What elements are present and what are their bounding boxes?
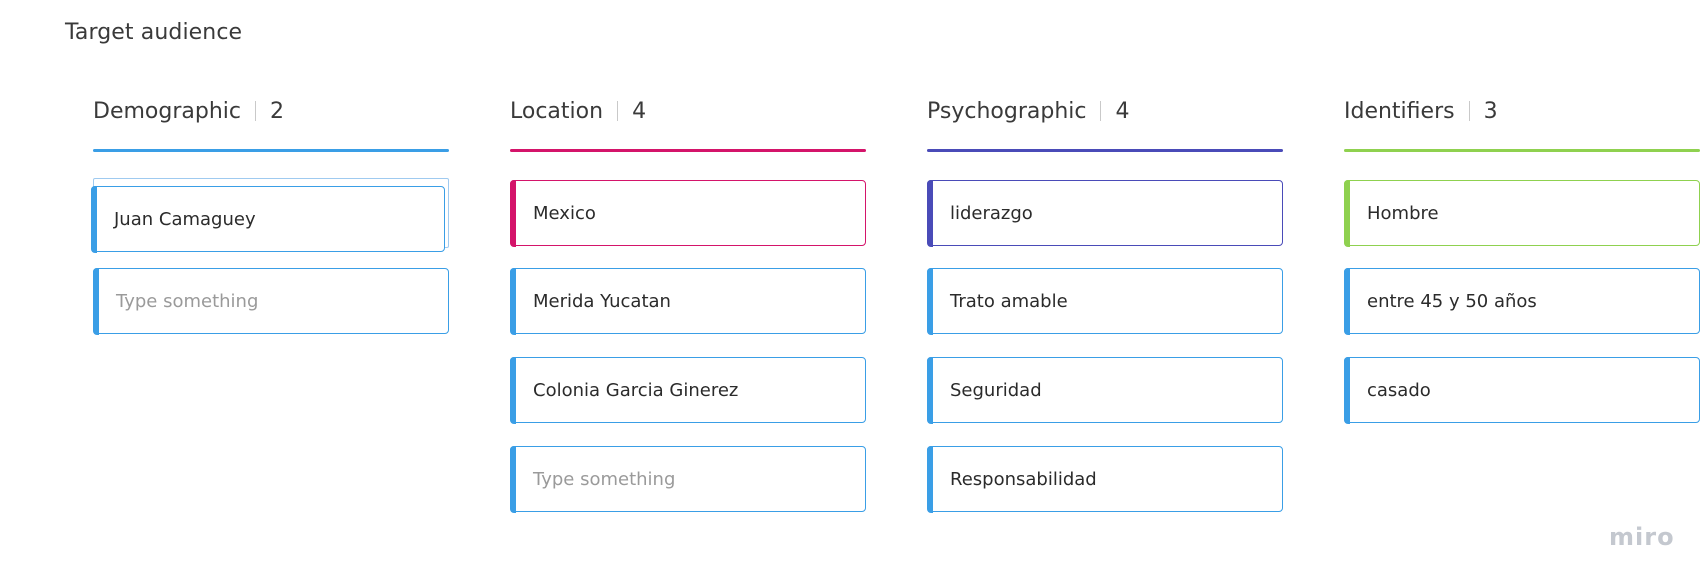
card[interactable]: Responsabilidad <box>926 445 1283 513</box>
header-divider <box>617 101 619 121</box>
column-title: Demographic <box>93 98 241 124</box>
header-divider <box>1468 101 1470 121</box>
card[interactable]: Merida Yucatan <box>509 267 866 335</box>
column-location: Location 4 Mexico Merida Yucatan Colonia… <box>509 92 866 513</box>
header-divider <box>1100 101 1102 121</box>
card-text: Mexico <box>533 202 596 224</box>
card-text: Responsabilidad <box>950 468 1097 490</box>
card-text: Colonia Garcia Ginerez <box>533 379 739 401</box>
card[interactable]: Mexico <box>509 179 866 247</box>
column-count: 2 <box>269 98 284 124</box>
card-placeholder-text: Type something <box>116 290 259 312</box>
column-demographic: Demographic 2 Juan Camaguey Type somethi… <box>90 92 449 335</box>
card-text: Hombre <box>1367 202 1439 224</box>
column-count: 3 <box>1483 98 1498 124</box>
column-header[interactable]: Demographic 2 <box>93 92 449 130</box>
column-underline <box>1344 149 1700 152</box>
column-title: Location <box>510 98 604 124</box>
column-underline <box>93 149 449 152</box>
column-count: 4 <box>632 98 647 124</box>
column-title: Identifiers <box>1344 98 1455 124</box>
card[interactable]: casado <box>1343 356 1700 424</box>
card-text: entre 45 y 50 años <box>1367 290 1537 312</box>
column-header[interactable]: Identifiers 3 <box>1344 92 1700 130</box>
card[interactable]: liderazgo <box>926 179 1283 247</box>
card-text: Seguridad <box>950 379 1042 401</box>
header-divider <box>254 101 256 121</box>
card[interactable]: Colonia Garcia Ginerez <box>509 356 866 424</box>
card-text: casado <box>1367 379 1431 401</box>
card-text: liderazgo <box>950 202 1033 224</box>
card[interactable]: Trato amable <box>926 267 1283 335</box>
card-text: Trato amable <box>950 290 1068 312</box>
card[interactable]: Hombre <box>1343 179 1700 247</box>
card-placeholder-text: Type something <box>533 468 676 490</box>
column-header[interactable]: Psychographic 4 <box>927 92 1283 130</box>
board-title: Target audience <box>65 20 243 45</box>
column-count: 4 <box>1115 98 1130 124</box>
card-text: Merida Yucatan <box>533 290 671 312</box>
column-identifiers: Identifiers 3 Hombre entre 45 y 50 años … <box>1343 92 1700 424</box>
card-text: Juan Camaguey <box>114 208 256 230</box>
card-new-input[interactable]: Type something <box>92 267 449 335</box>
column-underline <box>510 149 866 152</box>
card-new-input[interactable]: Type something <box>509 445 866 513</box>
column-header[interactable]: Location 4 <box>510 92 866 130</box>
card[interactable]: entre 45 y 50 años <box>1343 267 1700 335</box>
column-title: Psychographic <box>927 98 1087 124</box>
card[interactable]: Juan Camaguey <box>90 185 445 253</box>
column-psychographic: Psychographic 4 liderazgo Trato amable S… <box>926 92 1283 513</box>
column-underline <box>927 149 1283 152</box>
miro-logo: miro <box>1609 523 1675 551</box>
card[interactable]: Seguridad <box>926 356 1283 424</box>
